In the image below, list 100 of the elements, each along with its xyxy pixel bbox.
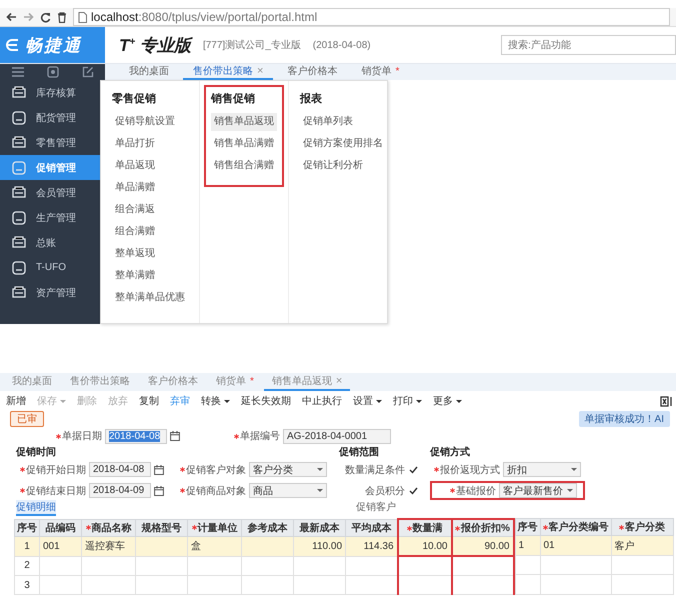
- field-label: 数量满足条件: [345, 464, 405, 476]
- sidebar-item[interactable]: 库存核算: [0, 80, 105, 105]
- sidebar-item[interactable]: T-UFO: [0, 255, 105, 280]
- dropdown[interactable]: 商品: [249, 483, 327, 498]
- section-title: 促销时间: [16, 446, 57, 458]
- menu-item[interactable]: 销售组合满赠: [211, 157, 277, 175]
- dropdown[interactable]: 客户分类: [249, 462, 327, 477]
- sidebar-item[interactable]: 配货管理: [0, 105, 105, 130]
- table-cell: 客户: [611, 536, 673, 556]
- menu-heading: 销售促销: [211, 92, 256, 106]
- field-label: 单据日期: [62, 430, 102, 443]
- menu-item[interactable]: 促销导航设置: [112, 113, 178, 131]
- column-header: 数量满: [406, 521, 442, 535]
- tab[interactable]: 客户价格本: [277, 64, 348, 80]
- toolbar-button[interactable]: 复制: [137, 394, 161, 408]
- menu-item[interactable]: 单品返现: [112, 157, 158, 175]
- column-header: 序号: [515, 518, 540, 536]
- tab[interactable]: 我的桌面: [119, 64, 179, 80]
- back-icon[interactable]: [6, 12, 17, 22]
- calendar-icon[interactable]: [170, 431, 180, 441]
- menu-item[interactable]: 整单满赠: [112, 267, 158, 285]
- logo-text: 畅捷通: [25, 34, 82, 56]
- menu-item[interactable]: 促销单列表: [300, 113, 356, 131]
- dropdown[interactable]: 折扣: [503, 462, 581, 477]
- dropdown[interactable]: 客户最新售价: [499, 483, 577, 498]
- toolbar-button[interactable]: 中止执行: [300, 394, 344, 408]
- toolbar-button[interactable]: 更多: [431, 394, 464, 408]
- caret-icon: [317, 468, 323, 471]
- reload-icon[interactable]: [40, 12, 51, 22]
- product-title: T$^{+}$ 专业版: [119, 34, 191, 56]
- date-field[interactable]: 2018-04-08: [89, 462, 151, 477]
- toolbar-button[interactable]: 打印: [391, 394, 424, 408]
- column-header: 客户分类编号: [542, 520, 608, 534]
- table-cell: 1: [515, 536, 540, 556]
- edit-icon[interactable]: [82, 66, 94, 78]
- square-icon: [12, 286, 26, 300]
- menu-item[interactable]: 销售单品满赠: [211, 135, 277, 153]
- tab[interactable]: 销货单 *: [351, 64, 410, 80]
- square-icon: [12, 186, 26, 200]
- sidebar-item[interactable]: 总账: [0, 230, 105, 255]
- menu-item[interactable]: 单品打折: [112, 135, 158, 153]
- field-label: 报价返现方式: [440, 464, 500, 476]
- tab[interactable]: 促销客户: [356, 500, 396, 516]
- company-name: [777]测试公司_专业版: [202, 38, 301, 52]
- menu-item[interactable]: 单品满赠: [112, 179, 158, 197]
- trash-icon[interactable]: [57, 12, 67, 22]
- date-field[interactable]: 2018-04-08: [105, 428, 167, 444]
- address-bar[interactable]: localhost:8080/tplus/view/portal/portal.html: [73, 8, 670, 26]
- table-cell: 90.00: [452, 536, 514, 556]
- field-label: 会员积分: [365, 484, 405, 498]
- sidebar-item[interactable]: 零售管理: [0, 130, 105, 155]
- square-icon: [12, 86, 26, 100]
- text-field[interactable]: AG-2018-04-0001: [283, 428, 391, 444]
- sidebar-item[interactable]: 资产管理: [0, 280, 105, 305]
- field-label: 单据编号: [240, 430, 280, 443]
- tab[interactable]: 促销明细: [16, 500, 56, 516]
- table-cell: 遥控赛车: [82, 536, 136, 556]
- column-header: 客户分类: [619, 520, 665, 534]
- column-header: 参考成本: [242, 519, 294, 536]
- toolbar-button[interactable]: 延长失效期: [239, 394, 293, 408]
- menu-item[interactable]: 促销方案使用排名: [300, 135, 386, 153]
- menu-item[interactable]: 促销让利分析: [300, 157, 366, 175]
- notice-banner: 单据审核成功！AI: [578, 411, 670, 427]
- tab[interactable]: 销货单 *: [208, 373, 262, 391]
- date-field[interactable]: 2018-04-09: [89, 483, 151, 498]
- checkbox[interactable]: [408, 464, 418, 474]
- toolbar-button[interactable]: 新增: [4, 394, 28, 408]
- search-field[interactable]: 搜索:产品功能: [501, 35, 676, 55]
- field-label: 促销客户对象: [186, 464, 246, 476]
- modified-mark: *: [250, 376, 254, 386]
- toolbar-button[interactable]: 设置: [351, 394, 384, 408]
- menu-item[interactable]: 组合满返: [112, 201, 158, 219]
- field-label: 促销开始日期: [26, 464, 86, 476]
- table-cell: 1: [14, 536, 40, 556]
- caret-icon: [317, 489, 323, 492]
- menu-heading: 零售促销: [112, 92, 157, 106]
- square-icon: [12, 110, 26, 124]
- field-label: 促销结束日期: [26, 484, 86, 498]
- field-value: 2018-04-09: [93, 485, 144, 496]
- status-badge: 已审: [10, 411, 44, 427]
- menu-item[interactable]: 整单满单品优惠: [112, 289, 188, 307]
- column-header: 计量单位: [192, 520, 238, 535]
- menu-item[interactable]: 组合满赠: [112, 223, 158, 241]
- square-icon[interactable]: [46, 66, 58, 78]
- calendar-icon[interactable]: [154, 464, 164, 474]
- sidebar-item[interactable]: 生产管理: [0, 205, 105, 230]
- checkbox[interactable]: [408, 486, 418, 496]
- table-cell: 001: [40, 536, 82, 556]
- toolbar-button[interactable]: 弃审: [168, 394, 192, 408]
- document-icon: [78, 12, 87, 22]
- menu-item[interactable]: 整单返现: [112, 245, 158, 263]
- sidebar-item[interactable]: 会员管理: [0, 180, 105, 205]
- calendar-icon[interactable]: [154, 486, 164, 496]
- toolbar-button[interactable]: 转换: [199, 394, 232, 408]
- table-cell: 3: [14, 576, 40, 594]
- modified-mark: *: [395, 66, 400, 76]
- menu-icon[interactable]: [12, 67, 24, 77]
- caret-icon: [571, 468, 577, 471]
- menu-item[interactable]: 销售单品返现: [211, 113, 277, 131]
- layout-icon[interactable]: [660, 396, 672, 406]
